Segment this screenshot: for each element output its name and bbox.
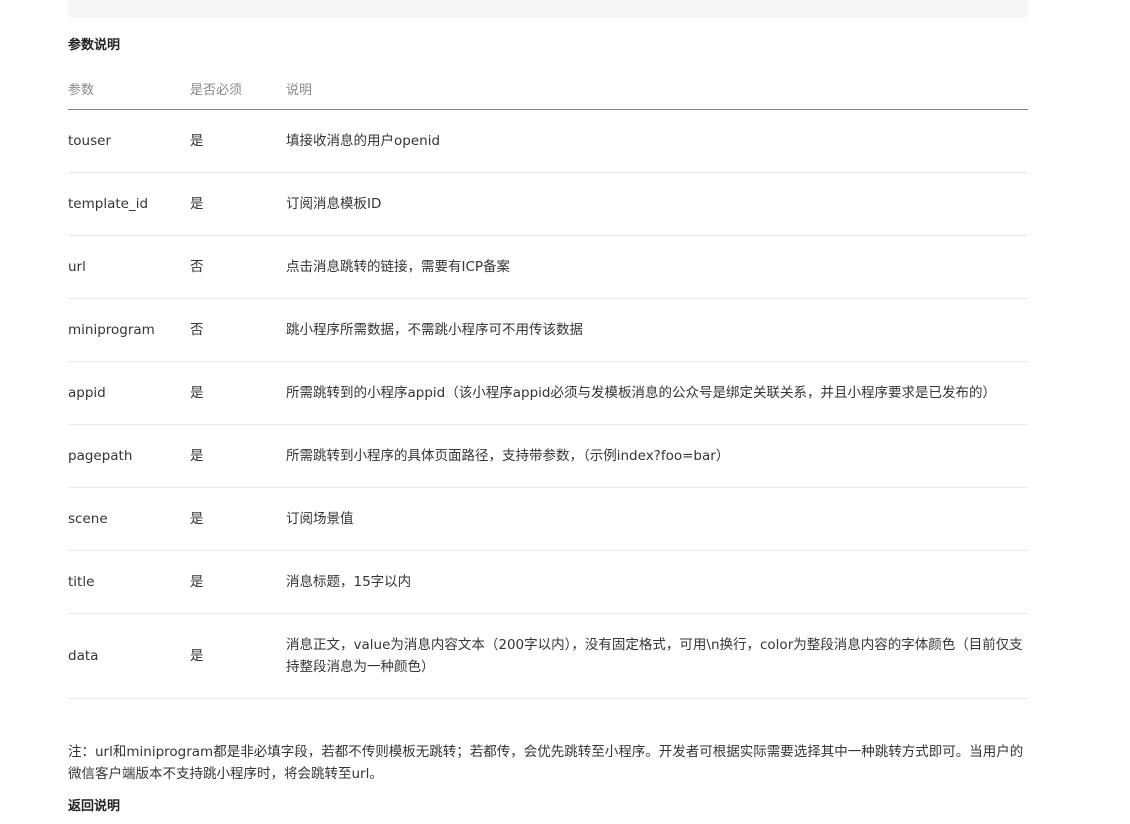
param-required: 否 <box>190 298 286 362</box>
code-block-bottom <box>68 0 1028 18</box>
param-name: data <box>68 613 190 699</box>
param-description: 所需跳转到的小程序appid（该小程序appid必须与发模板消息的公众号是绑定关… <box>286 361 1028 425</box>
param-required: 是 <box>190 172 286 236</box>
table-row: template_id 是 订阅消息模板ID <box>68 172 1028 236</box>
param-description: 订阅场景值 <box>286 487 1028 551</box>
table-header-row: 参数 是否必须 说明 <box>68 68 1028 110</box>
table-row: appid 是 所需跳转到的小程序appid（该小程序appid必须与发模板消息… <box>68 361 1028 425</box>
param-name: miniprogram <box>68 298 190 362</box>
param-name: url <box>68 235 190 299</box>
param-description: 消息标题，15字以内 <box>286 550 1028 614</box>
param-name: template_id <box>68 172 190 236</box>
header-param: 参数 <box>68 68 190 110</box>
param-required: 是 <box>190 487 286 551</box>
table-row: title 是 消息标题，15字以内 <box>68 550 1028 614</box>
param-name: pagepath <box>68 424 190 488</box>
param-required: 否 <box>190 235 286 299</box>
param-name: touser <box>68 109 190 173</box>
param-name: appid <box>68 361 190 425</box>
param-description: 点击消息跳转的链接，需要有ICP备案 <box>286 235 1028 299</box>
param-required: 是 <box>190 550 286 614</box>
header-required: 是否必须 <box>190 68 286 110</box>
table-row: touser 是 填接收消息的用户openid <box>68 109 1028 173</box>
table-row: url 否 点击消息跳转的链接，需要有ICP备案 <box>68 235 1028 299</box>
param-description: 所需跳转到小程序的具体页面路径，支持带参数，（示例index?foo=bar） <box>286 424 1028 488</box>
section-title-return: 返回说明 <box>68 799 121 814</box>
param-description: 跳小程序所需数据，不需跳小程序可不用传该数据 <box>286 298 1028 362</box>
table-row: data 是 消息正文，value为消息内容文本（200字以内），没有固定格式，… <box>68 613 1028 699</box>
section-title-params: 参数说明 <box>68 38 121 53</box>
table-row: pagepath 是 所需跳转到小程序的具体页面路径，支持带参数，（示例inde… <box>68 424 1028 488</box>
param-description: 订阅消息模板ID <box>286 172 1028 236</box>
param-required: 是 <box>190 361 286 425</box>
param-required: 是 <box>190 109 286 173</box>
table-row: miniprogram 否 跳小程序所需数据，不需跳小程序可不用传该数据 <box>68 298 1028 362</box>
table-row: scene 是 订阅场景值 <box>68 487 1028 551</box>
params-table: 参数 是否必须 说明 touser 是 填接收消息的用户openid templ… <box>68 68 1028 699</box>
note-paragraph: 注：url和miniprogram都是非必填字段，若都不传则模板无跳转；若都传，… <box>68 744 1024 782</box>
header-description: 说明 <box>286 68 1028 110</box>
param-required: 是 <box>190 424 286 488</box>
param-name: title <box>68 550 190 614</box>
param-description: 填接收消息的用户openid <box>286 109 1028 173</box>
param-required: 是 <box>190 613 286 699</box>
param-description: 消息正文，value为消息内容文本（200字以内），没有固定格式，可用\n换行，… <box>286 613 1028 699</box>
param-name: scene <box>68 487 190 551</box>
